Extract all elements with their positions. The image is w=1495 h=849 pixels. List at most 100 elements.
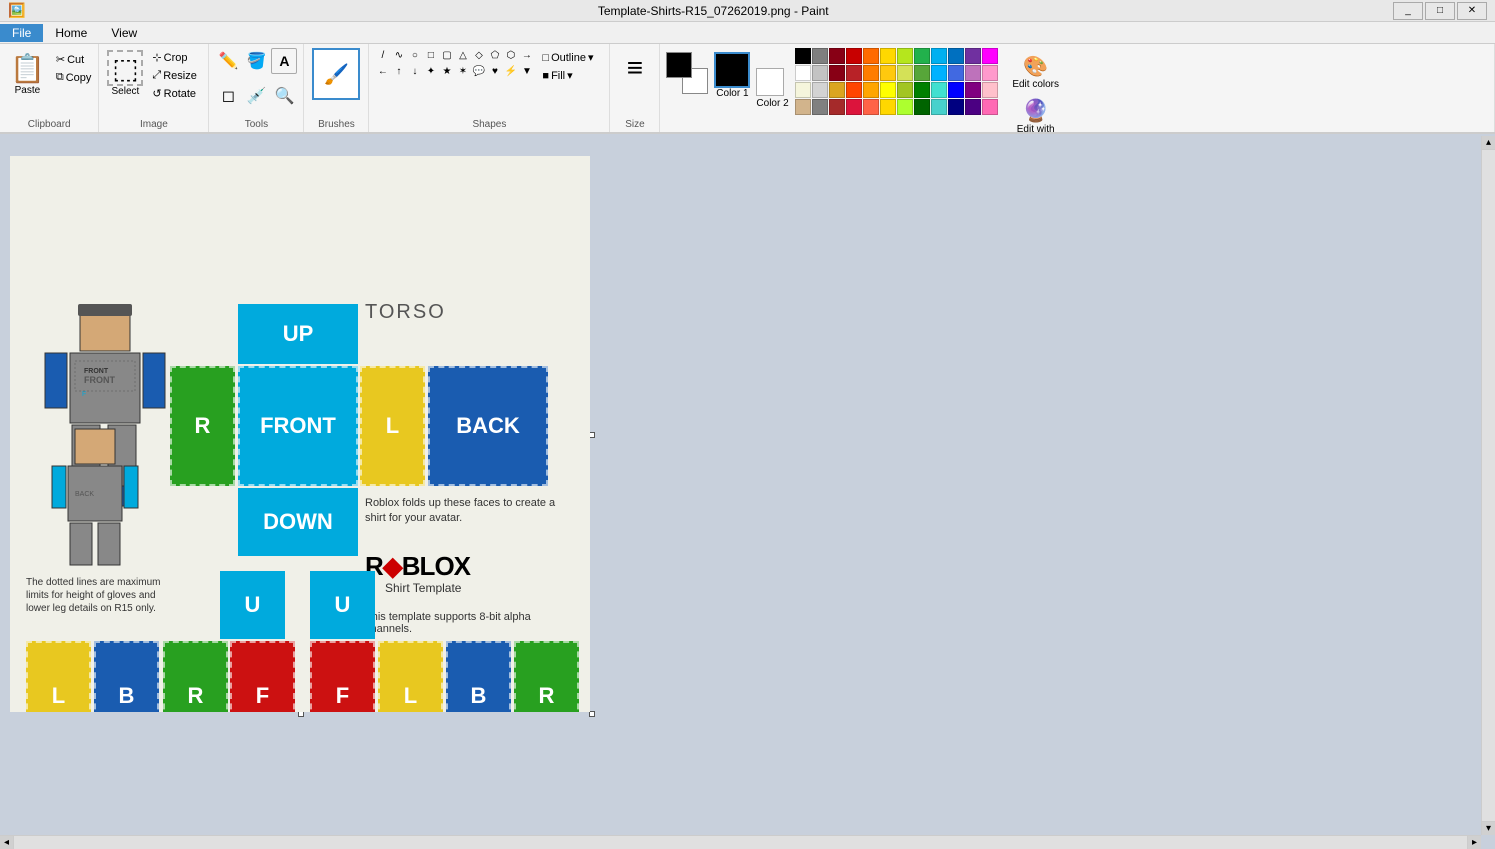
- swatch-medturquoise[interactable]: [931, 99, 947, 115]
- swatch-greenyellow[interactable]: [897, 99, 913, 115]
- swatch-hotpink[interactable]: [982, 82, 998, 98]
- shape-star4[interactable]: ✦: [423, 64, 438, 79]
- swatch-brown[interactable]: [829, 99, 845, 115]
- select-button[interactable]: ⬚ Select: [105, 48, 145, 99]
- shape-more[interactable]: ▼: [519, 64, 534, 79]
- swatch-chartreuse[interactable]: [897, 82, 913, 98]
- swatch-orangered[interactable]: [863, 82, 879, 98]
- swatch-tomato[interactable]: [846, 82, 862, 98]
- maximize-button[interactable]: □: [1425, 2, 1455, 20]
- close-button[interactable]: ✕: [1457, 2, 1487, 20]
- swatch-green[interactable]: [914, 48, 930, 64]
- shape-line[interactable]: /: [375, 48, 390, 63]
- swatch-golden[interactable]: [880, 99, 896, 115]
- swatch-forestgreen[interactable]: [914, 82, 930, 98]
- shape-lightning[interactable]: ⚡: [503, 64, 518, 79]
- swatch-darkgreen2[interactable]: [914, 99, 930, 115]
- swatch-white[interactable]: [795, 65, 811, 81]
- shape-oval[interactable]: ○: [407, 48, 422, 63]
- swatch-darkorange[interactable]: [863, 65, 879, 81]
- rotate-button[interactable]: ↺ Rotate: [149, 86, 199, 101]
- color2-button[interactable]: [756, 68, 784, 96]
- swatch-gold[interactable]: [880, 65, 896, 81]
- shape-pentagon[interactable]: ⬠: [487, 48, 502, 63]
- swatch-magenta[interactable]: [982, 48, 998, 64]
- swatch-maroon[interactable]: [829, 65, 845, 81]
- shape-arrow-right[interactable]: →: [519, 48, 534, 63]
- swatch-pink[interactable]: [982, 65, 998, 81]
- scrollbar-horizontal[interactable]: ◂ ▸: [0, 835, 1481, 849]
- swatch-tan[interactable]: [795, 99, 811, 115]
- resize-button[interactable]: ⤢ Resize: [149, 68, 199, 83]
- color-picker-tool[interactable]: 💉: [243, 83, 269, 109]
- shape-triangle[interactable]: △: [455, 48, 470, 63]
- eraser-tool[interactable]: ◻: [215, 83, 241, 109]
- fill-tool[interactable]: 🪣: [243, 48, 269, 74]
- swatch-yellow[interactable]: [880, 48, 896, 64]
- shape-arrow-down[interactable]: ↓: [407, 64, 422, 79]
- swatch-crimson2[interactable]: [846, 99, 862, 115]
- shape-roundrect[interactable]: ▢: [439, 48, 454, 63]
- minimize-button[interactable]: _: [1393, 2, 1423, 20]
- swatch-lightblue[interactable]: [931, 65, 947, 81]
- swatch-cyan[interactable]: [931, 48, 947, 64]
- text-tool[interactable]: A: [271, 48, 297, 74]
- shape-heart[interactable]: ♥: [487, 64, 502, 79]
- menu-item-home[interactable]: Home: [43, 24, 99, 42]
- swatch-silver[interactable]: [812, 82, 828, 98]
- swatch-goldenrod[interactable]: [829, 82, 845, 98]
- swatch-violet[interactable]: [965, 65, 981, 81]
- swatch-royalblue[interactable]: [948, 65, 964, 81]
- shape-star6[interactable]: ✶: [455, 64, 470, 79]
- swatch-red[interactable]: [846, 48, 862, 64]
- fill-button[interactable]: ■ Fill ▾: [538, 68, 603, 83]
- swatch-lime[interactable]: [897, 48, 913, 64]
- brushes-button[interactable]: 🖌️: [312, 48, 360, 100]
- swatch-deeppink[interactable]: [982, 99, 998, 115]
- swatch-blue[interactable]: [948, 48, 964, 64]
- scrollbar-vertical[interactable]: ▴ ▾: [1481, 136, 1495, 835]
- outline-chevron: ▾: [588, 51, 594, 64]
- edit-colors-button[interactable]: 🎨 Edit colors: [1004, 52, 1068, 92]
- shape-arrow-up[interactable]: ↑: [391, 64, 406, 79]
- swatch-purple[interactable]: [965, 48, 981, 64]
- swatch-dimgray[interactable]: [812, 99, 828, 115]
- swatch-navy[interactable]: [948, 82, 964, 98]
- swatch-salmon[interactable]: [863, 99, 879, 115]
- swatch-darkred[interactable]: [829, 48, 845, 64]
- color1-swatch[interactable]: [666, 52, 692, 78]
- swatch-beige[interactable]: [795, 82, 811, 98]
- paint-canvas[interactable]: FRONT F FRONT: [10, 156, 590, 712]
- swatch-crimson[interactable]: [846, 65, 862, 81]
- pencil-tool[interactable]: ✏️: [215, 48, 241, 74]
- swatch-indigo[interactable]: [965, 82, 981, 98]
- swatch-brightyellow[interactable]: [880, 82, 896, 98]
- shape-star5[interactable]: ★: [439, 64, 454, 79]
- shape-curve[interactable]: ∿: [391, 48, 406, 63]
- outline-button[interactable]: □ Outline ▾: [538, 50, 603, 65]
- magnify-tool[interactable]: 🔍: [271, 83, 297, 109]
- shape-arrow-left[interactable]: ←: [375, 64, 390, 79]
- menu-item-view[interactable]: View: [99, 24, 149, 42]
- swatch-turquoise[interactable]: [931, 82, 947, 98]
- swatch-yellowgreen[interactable]: [897, 65, 913, 81]
- torso-label: TORSO: [365, 301, 446, 324]
- size-button[interactable]: ≡: [623, 48, 647, 88]
- shape-diamond[interactable]: ◇: [471, 48, 486, 63]
- paste-button[interactable]: 📋 Paste: [4, 48, 51, 100]
- shape-hexagon[interactable]: ⬡: [503, 48, 518, 63]
- cut-button[interactable]: ✂ Cut: [53, 52, 95, 67]
- color1-button[interactable]: [714, 52, 750, 88]
- swatch-darkgreen[interactable]: [914, 65, 930, 81]
- swatch-black[interactable]: [795, 48, 811, 64]
- shape-callout1[interactable]: 💬: [471, 64, 486, 79]
- swatch-darknavy[interactable]: [948, 99, 964, 115]
- shape-rect[interactable]: □: [423, 48, 438, 63]
- swatch-darkviolet[interactable]: [965, 99, 981, 115]
- menu-item-file[interactable]: File: [0, 24, 43, 42]
- copy-button[interactable]: ⧉ Copy: [53, 70, 95, 85]
- swatch-lightgray[interactable]: [812, 65, 828, 81]
- crop-button[interactable]: ⊹ Crop: [149, 50, 199, 65]
- swatch-orange[interactable]: [863, 48, 879, 64]
- swatch-gray[interactable]: [812, 48, 828, 64]
